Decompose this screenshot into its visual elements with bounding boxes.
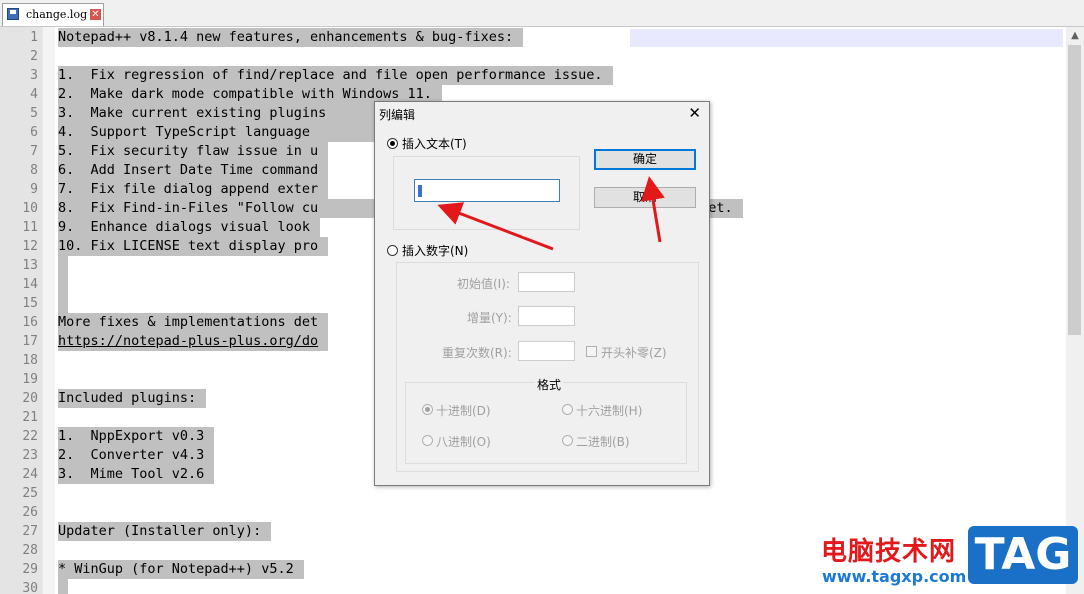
initial-value-input[interactable] <box>518 272 575 292</box>
binary-label[interactable]: 二进制(B) <box>576 433 630 450</box>
hex-label[interactable]: 十六进制(H) <box>576 402 642 419</box>
line-number: 4 <box>30 87 38 102</box>
line-number: 21 <box>22 410 38 425</box>
insert-number-label[interactable]: 插入数字(N) <box>402 242 468 259</box>
close-tab-icon[interactable]: ✕ <box>90 9 101 20</box>
repeat-count-label: 重复次数(R): <box>442 346 512 360</box>
line-number: 11 <box>22 220 38 235</box>
line-number: 26 <box>22 505 38 520</box>
line-number: 10 <box>22 201 38 216</box>
line-text: * WinGup (for Notepad++) v5.2 <box>58 560 304 579</box>
line-number: 25 <box>22 486 38 501</box>
cancel-button[interactable]: 取消 <box>594 187 696 208</box>
line-text: 7. Fix file dialog append exter <box>58 180 329 199</box>
decimal-radio[interactable] <box>422 404 433 415</box>
increment-label: 增量(Y): <box>467 311 512 325</box>
line-text: 2. Converter v4.3 <box>58 446 215 465</box>
increment-input[interactable] <box>518 306 575 326</box>
line-number: 7 <box>30 144 38 159</box>
editor-line[interactable]: 25 <box>0 484 1066 503</box>
watermark-logo: TAG <box>968 526 1078 584</box>
line-number: 15 <box>22 296 38 311</box>
line-number: 18 <box>22 353 38 368</box>
line-text: 9. Enhance dialogs visual look <box>58 218 320 237</box>
dialog-title: 列编辑 <box>379 108 416 122</box>
line-number: 20 <box>22 391 38 406</box>
line-number: 28 <box>22 543 38 558</box>
decimal-label[interactable]: 十进制(D) <box>436 402 491 419</box>
scroll-thumb[interactable] <box>1068 45 1081 335</box>
column-editor-dialog: 列编辑 ✕ 插入文本(T) 确定 取消 插入数字(N) 初始值(I): 增量(Y… <box>374 101 710 486</box>
watermark-site-name: 电脑技术网 <box>821 537 957 567</box>
format-title: 格式 <box>535 376 564 393</box>
leading-zero-checkbox[interactable] <box>586 346 597 357</box>
line-text: More fixes & implementations det <box>58 313 329 332</box>
format-group <box>405 382 687 464</box>
empty-selection <box>58 579 68 594</box>
insert-text-label[interactable]: 插入文本(T) <box>402 135 467 152</box>
text-caret <box>418 184 422 197</box>
line-number: 23 <box>22 448 38 463</box>
line-number: 5 <box>30 106 38 121</box>
line-text: Notepad++ v8.1.4 new features, enhanceme… <box>58 28 524 47</box>
line-text: Updater (Installer only): <box>58 522 272 541</box>
line-number: 9 <box>30 182 38 197</box>
line-number: 22 <box>22 429 38 444</box>
close-icon[interactable]: ✕ <box>688 104 701 122</box>
ok-button[interactable]: 确定 <box>594 149 696 170</box>
octal-radio[interactable] <box>422 435 433 446</box>
line-text: 3. Mime Tool v2.6 <box>58 465 215 484</box>
line-text: 6. Add Insert Date Time command <box>58 161 329 180</box>
empty-selection <box>58 294 68 313</box>
leading-zero-label[interactable]: 开头补零(Z) <box>601 344 667 361</box>
editor-line[interactable]: 26 <box>0 503 1066 522</box>
line-number: 13 <box>22 258 38 273</box>
line-number: 8 <box>30 163 38 178</box>
line-number: 2 <box>30 49 38 64</box>
hex-radio[interactable] <box>562 404 573 415</box>
save-icon <box>7 8 19 20</box>
repeat-count-input[interactable] <box>518 341 575 361</box>
octal-label[interactable]: 八进制(O) <box>436 433 491 450</box>
editor-line[interactable]: 3 1. Fix regression of find/replace and f… <box>0 66 1066 85</box>
line-number: 30 <box>22 581 38 594</box>
tab-label: change.log <box>26 8 88 21</box>
line-number: 24 <box>22 467 38 482</box>
binary-radio[interactable] <box>562 435 573 446</box>
tab-bar: change.log ✕ <box>0 0 1084 27</box>
line-number: 14 <box>22 277 38 292</box>
watermark-url: www.tagxp.com <box>822 567 967 586</box>
line-number: 6 <box>30 125 38 140</box>
line-number: 16 <box>22 315 38 330</box>
line-text: Included plugins: <box>58 389 207 408</box>
line-number: 17 <box>22 334 38 349</box>
line-text: 5. Fix security flaw issue in u <box>58 142 329 161</box>
tab-change-log[interactable]: change.log ✕ <box>2 3 104 26</box>
editor-line[interactable]: 1 Notepad++ v8.1.4 new features, enhancem… <box>0 28 1066 47</box>
line-text: 1. NppExport v0.3 <box>58 427 215 446</box>
line-number: 27 <box>22 524 38 539</box>
empty-selection <box>58 256 68 275</box>
line-number: 1 <box>30 30 38 45</box>
editor-line[interactable]: 2 <box>0 47 1066 66</box>
line-text: https://notepad-plus-plus.org/do <box>58 332 329 351</box>
scroll-up-arrow-icon[interactable]: ▲ <box>1066 27 1084 44</box>
insert-text-radio[interactable] <box>387 138 398 149</box>
line-number: 19 <box>22 372 38 387</box>
insert-text-input[interactable] <box>414 179 560 202</box>
initial-value-label: 初始值(I): <box>457 277 510 291</box>
line-number: 12 <box>22 239 38 254</box>
insert-number-radio[interactable] <box>387 245 398 256</box>
vertical-scrollbar[interactable]: ▲ <box>1066 27 1084 594</box>
empty-selection <box>58 275 68 294</box>
line-text: 10. Fix LICENSE text display pro <box>58 237 329 256</box>
line-text: 1. Fix regression of find/replace and fi… <box>58 66 613 85</box>
line-number: 29 <box>22 562 38 577</box>
line-number: 3 <box>30 68 38 83</box>
